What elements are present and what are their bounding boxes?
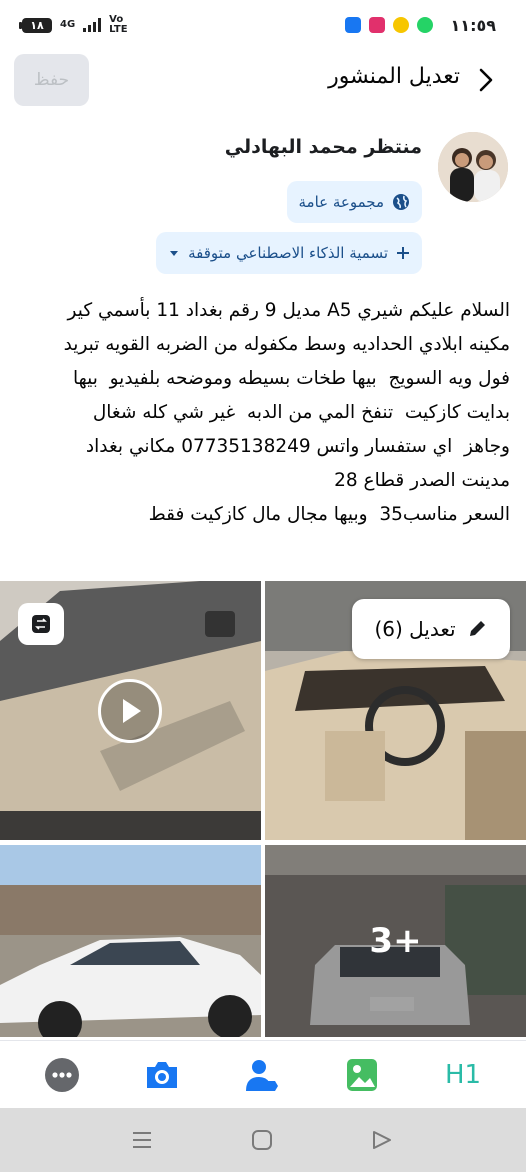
author-name: منتظر محمد البهادلي xyxy=(224,136,422,158)
avatar[interactable] xyxy=(438,132,508,202)
tag-people-icon xyxy=(246,1060,278,1091)
play-button[interactable] xyxy=(98,679,162,743)
header: حفظ تعديل المنشور xyxy=(0,52,526,108)
page-title: تعديل المنشور xyxy=(328,64,460,89)
tag-people-button[interactable] xyxy=(242,1055,282,1095)
car-side-image xyxy=(0,845,261,1037)
audience-label: مجموعة عامة xyxy=(298,193,385,211)
photo-button[interactable] xyxy=(342,1055,382,1095)
globe-icon xyxy=(393,194,409,210)
network-type: 4G xyxy=(60,19,76,30)
ai-label-selector[interactable]: تسمية الذكاء الاصطناعي متوقفة xyxy=(156,232,422,274)
notification-icon xyxy=(392,17,409,33)
clock: ١١:٥٩ xyxy=(450,15,496,35)
photo-icon xyxy=(347,1059,377,1091)
status-bar-right: ١١:٥٩ xyxy=(344,15,496,35)
signal-icon xyxy=(83,18,102,32)
system-navigation-bar xyxy=(0,1108,526,1172)
recent-apps-icon[interactable] xyxy=(130,1128,154,1152)
camera-button[interactable] xyxy=(142,1055,182,1095)
more-options-button[interactable] xyxy=(42,1055,82,1095)
ai-label-text: تسمية الذكاء الاصطناعي متوقفة xyxy=(188,244,388,262)
instagram-icon xyxy=(368,17,385,33)
plus-icon xyxy=(397,247,409,259)
camera-icon xyxy=(147,1062,177,1088)
facebook-icon xyxy=(344,17,361,33)
edit-media-button[interactable]: تعديل (6) xyxy=(352,599,510,659)
home-icon[interactable] xyxy=(250,1128,274,1152)
battery-level: ١٨ xyxy=(30,18,44,32)
post-text[interactable]: السلام عليكم شيري A5 مديل 9 رقم بغداد 11… xyxy=(14,294,510,532)
swap-media-button[interactable] xyxy=(18,603,64,645)
h1-label: H1 xyxy=(444,1060,482,1090)
composer-toolbar: H1 xyxy=(0,1040,526,1108)
battery-icon: ١٨ xyxy=(19,17,52,33)
more-media-overlay[interactable]: 3+ xyxy=(265,845,526,1037)
text-format-button[interactable]: H1 xyxy=(440,1055,486,1095)
media-photo-tile[interactable] xyxy=(0,845,261,1037)
play-icon xyxy=(123,699,141,723)
pencil-icon xyxy=(469,621,485,636)
avatar-image xyxy=(438,132,508,202)
back-arrow-icon[interactable] xyxy=(474,66,498,94)
media-photo-tile[interactable]: 3+ xyxy=(265,845,526,1037)
whatsapp-icon xyxy=(416,17,433,33)
swap-icon xyxy=(32,615,50,633)
back-icon[interactable] xyxy=(370,1128,394,1152)
more-icon xyxy=(45,1058,79,1092)
status-bar: ١٨ 4G Vo LTE ١١:٥٩ xyxy=(0,0,526,50)
media-grid: تعديل (6) 3+ xyxy=(0,581,526,1037)
caret-down-icon xyxy=(170,251,179,256)
status-bar-left: ١٨ 4G Vo LTE xyxy=(19,14,128,35)
media-video-tile[interactable] xyxy=(0,581,261,840)
audience-selector[interactable]: مجموعة عامة xyxy=(286,181,422,223)
media-photo-tile[interactable]: تعديل (6) xyxy=(265,581,526,840)
save-button[interactable]: حفظ xyxy=(14,54,89,106)
edit-media-label: تعديل (6) xyxy=(374,617,456,641)
volte-indicator: Vo LTE xyxy=(109,14,128,35)
